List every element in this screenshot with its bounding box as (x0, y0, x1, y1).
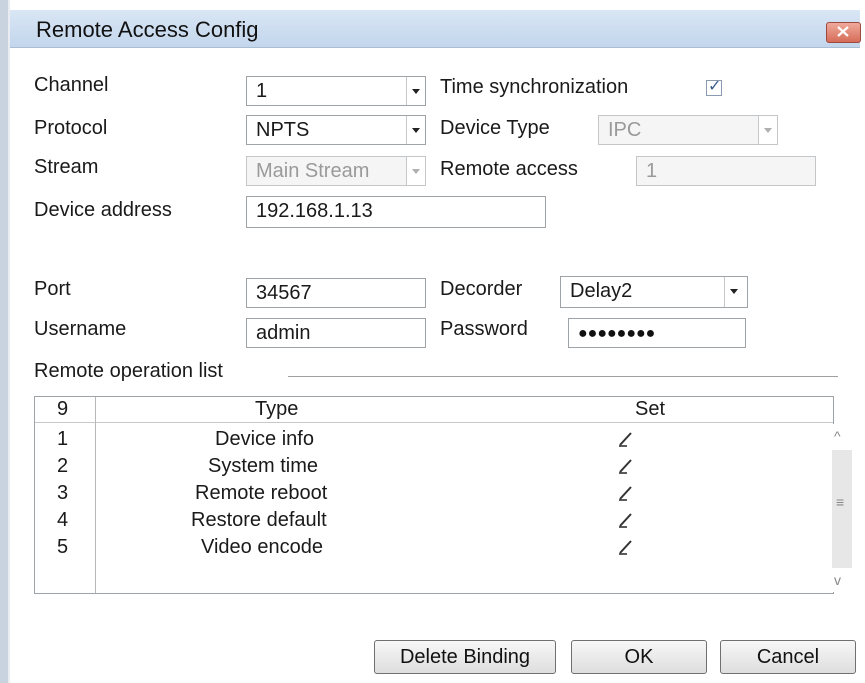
row-type: Device info (215, 428, 314, 450)
table-row[interactable]: 5 Video encode (35, 534, 831, 560)
protocol-value: NPTS (256, 119, 310, 141)
protocol-dropdown[interactable]: NPTS (246, 115, 426, 145)
row-index: 5 (57, 536, 69, 558)
table-scrollbar[interactable]: ^ ≡ v (831, 424, 853, 592)
row-type: Restore default (191, 509, 327, 531)
row-type: Remote reboot (195, 482, 328, 504)
time-sync-label: Time synchronization (440, 76, 629, 98)
row-index: 2 (57, 455, 69, 477)
header-index: 9 (57, 398, 69, 420)
pencil-edit-icon[interactable] (617, 511, 635, 529)
table-header: 9 Type Set (35, 397, 833, 423)
username-input[interactable]: admin (246, 318, 426, 348)
operation-list-label: Remote operation list (34, 360, 223, 382)
pencil-edit-icon[interactable] (617, 484, 635, 502)
device-address-input[interactable]: 192.168.1.13 (246, 196, 546, 228)
channel-value: 1 (256, 80, 268, 102)
row-index: 3 (57, 482, 69, 504)
header-type: Type (255, 398, 299, 420)
device-type-label: Device Type (440, 117, 550, 139)
decoder-value: Delay2 (570, 280, 633, 302)
checkmark-icon: ✓ (708, 78, 722, 95)
pencil-edit-icon[interactable] (617, 430, 635, 448)
port-label: Port (34, 278, 71, 300)
row-index: 4 (57, 509, 69, 531)
device-type-value: IPC (608, 119, 642, 141)
device-address-value: 192.168.1.13 (256, 200, 373, 222)
pencil-edit-icon[interactable] (617, 538, 635, 556)
channel-label: Channel (34, 74, 109, 96)
cancel-button[interactable]: Cancel (720, 640, 856, 674)
chevron-down-icon (724, 277, 745, 307)
row-type: System time (208, 455, 319, 477)
title-bar: Remote Access Config (10, 10, 861, 48)
password-mask: ●●●●●●●● (578, 325, 656, 342)
device-address-label: Device address (34, 199, 172, 221)
row-index: 1 (57, 428, 69, 450)
remote-access-value: 1 (646, 160, 658, 182)
scrollbar-thumb[interactable]: ≡ (832, 450, 852, 568)
chevron-down-icon[interactable]: v (834, 572, 841, 588)
chevron-up-icon[interactable]: ^ (834, 428, 841, 444)
window-left-edge (0, 0, 8, 683)
window-title: Remote Access Config (36, 17, 259, 42)
username-value: admin (256, 322, 311, 344)
table-row[interactable]: 2 System time (35, 453, 831, 479)
grip-icon: ≡ (836, 494, 845, 510)
channel-dropdown[interactable]: 1 (246, 76, 426, 106)
chevron-down-icon (758, 116, 777, 144)
username-label: Username (34, 318, 127, 340)
remote-operation-table: 9 Type Set 1 Device info 2 System time 3… (34, 396, 853, 594)
table-row[interactable]: 3 Remote reboot (35, 480, 831, 506)
stream-label: Stream (34, 156, 99, 178)
header-set: Set (635, 398, 666, 420)
stream-value: Main Stream (256, 160, 370, 182)
device-type-dropdown[interactable]: IPC (598, 115, 778, 145)
remote-access-field[interactable]: 1 (636, 156, 816, 186)
table-row[interactable]: 1 Device info (35, 426, 831, 452)
row-type: Video encode (201, 536, 323, 558)
password-input[interactable]: ●●●●●●●● (568, 318, 746, 348)
ok-button[interactable]: OK (571, 640, 707, 674)
chevron-down-icon (406, 116, 425, 144)
port-input[interactable]: 34567 (246, 278, 426, 308)
remote-access-config-dialog: Channel 1 Time synchronization ✓ Protoco… (10, 48, 860, 683)
password-label: Password (440, 318, 528, 340)
close-icon (837, 26, 849, 37)
pencil-edit-icon[interactable] (617, 457, 635, 475)
chevron-down-icon (406, 77, 425, 105)
table-row[interactable]: 4 Restore default (35, 507, 831, 533)
decoder-dropdown[interactable]: Delay2 (560, 276, 748, 308)
group-divider (288, 376, 838, 377)
stream-dropdown[interactable]: Main Stream (246, 156, 426, 186)
protocol-label: Protocol (34, 117, 108, 139)
chevron-down-icon (406, 157, 425, 185)
remote-access-label: Remote access (440, 158, 578, 180)
time-sync-checkbox[interactable]: ✓ (706, 78, 722, 96)
close-button[interactable] (826, 22, 861, 43)
port-value: 34567 (256, 282, 312, 304)
decoder-label: Decorder (440, 278, 523, 300)
delete-binding-button[interactable]: Delete Binding (374, 640, 556, 674)
